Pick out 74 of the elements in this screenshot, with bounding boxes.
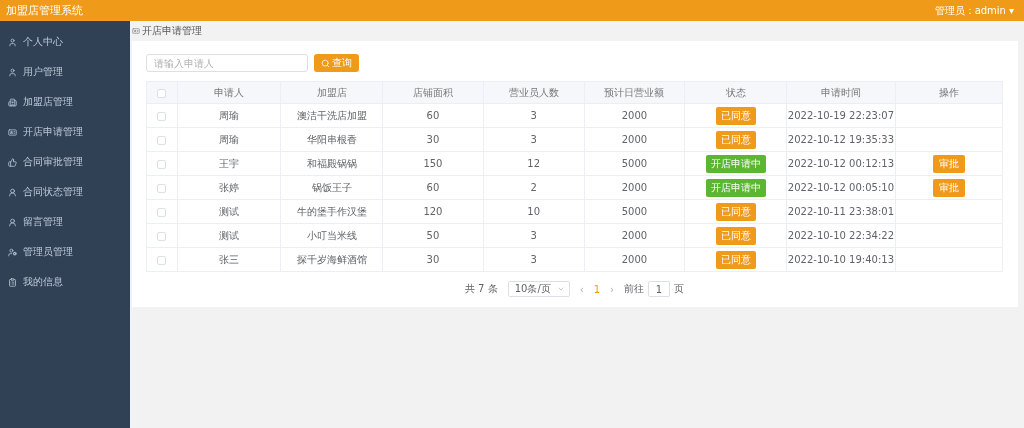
table-cell: 王宇 <box>177 151 281 176</box>
table-cell: 华阳串根香 <box>280 127 383 152</box>
table-cell: 2022-10-12 00:12:13 <box>786 151 896 176</box>
sidebar-item[interactable]: 个人中心 <box>0 27 130 57</box>
table-cell: 2000 <box>584 223 685 248</box>
table-cell: 2022-10-10 22:34:22 <box>786 223 896 248</box>
table-cell: 5000 <box>584 151 685 176</box>
app-title: 加盟店管理系统 <box>6 3 83 18</box>
table-cell: 澳洁干洗店加盟 <box>280 103 383 128</box>
column-header: 操作 <box>895 81 1003 104</box>
table-cell: 12 <box>483 151 585 176</box>
column-header: 申请时间 <box>786 81 896 104</box>
table-cell: 2022-10-11 23:38:01 <box>786 199 896 224</box>
table-cell: 3 <box>483 103 585 128</box>
status-tag: 已同意 <box>715 226 756 245</box>
table-cell: 探千岁海鲜酒馆 <box>280 247 383 272</box>
table-cell: 120 <box>382 199 484 224</box>
table-cell: 2022-10-12 00:05:10 <box>786 175 896 200</box>
table-cell: 2022-10-19 22:23:07 <box>786 103 896 128</box>
table-cell: 60 <box>382 103 484 128</box>
table-cell: 和福殿锅锅 <box>280 151 383 176</box>
table-cell: 2000 <box>584 175 685 200</box>
status-tag: 已同意 <box>715 130 756 149</box>
table-cell: 2000 <box>584 103 685 128</box>
goto-label: 前往 <box>624 282 645 296</box>
table-cell: 2022-10-10 19:40:13 <box>786 247 896 272</box>
status-tag: 开店申请中 <box>705 178 766 197</box>
status-tag: 已同意 <box>715 202 756 221</box>
table-cell: 锅饭王子 <box>280 175 383 200</box>
column-header: 申请人 <box>177 81 281 104</box>
table-cell: 30 <box>382 247 484 272</box>
column-header: 店铺面积 <box>382 81 484 104</box>
column-header: 状态 <box>684 81 787 104</box>
page-suffix: 页 <box>674 282 685 296</box>
status-tag: 已同意 <box>715 106 756 125</box>
table-cell: 周瑜 <box>177 127 281 152</box>
table-cell: 测试 <box>177 199 281 224</box>
table-cell: 5000 <box>584 199 685 224</box>
column-header: 加盟店 <box>280 81 383 104</box>
table-cell: 张婷 <box>177 175 281 200</box>
table-cell: 测试 <box>177 223 281 248</box>
table-cell: 张三 <box>177 247 281 272</box>
status-tag: 已同意 <box>715 250 756 269</box>
breadcrumb: 开店申请管理 <box>142 24 202 38</box>
table-cell: 60 <box>382 175 484 200</box>
table-cell: 小叮当米线 <box>280 223 383 248</box>
total-count: 共 7 条 <box>464 282 498 296</box>
table-cell: 30 <box>382 127 484 152</box>
sidebar-item[interactable]: 我的信息 <box>0 267 130 297</box>
table-cell: 2 <box>483 175 585 200</box>
sidebar-item[interactable]: 加盟店管理 <box>0 87 130 117</box>
table-cell: 10 <box>483 199 585 224</box>
search-field[interactable]: 请输入申请人 <box>146 54 308 72</box>
page-size-select[interactable]: 10条/页 <box>507 281 570 297</box>
table-cell: 150 <box>382 151 484 176</box>
page-input[interactable]: 1 <box>648 281 671 297</box>
status-tag: 开店申请中 <box>705 154 766 173</box>
column-header: 营业员人数 <box>483 81 585 104</box>
table-cell: 3 <box>483 127 585 152</box>
column-header: 预计日营业额 <box>584 81 685 104</box>
table-cell: 周瑜 <box>177 103 281 128</box>
sidebar-item[interactable]: 用户管理 <box>0 57 130 87</box>
table-cell: 2022-10-12 19:35:33 <box>786 127 896 152</box>
sidebar-item[interactable]: 开店申请管理 <box>0 117 130 147</box>
table-cell: 2000 <box>584 127 685 152</box>
sidebar-item[interactable]: 合同审批管理 <box>0 147 130 177</box>
sidebar-item[interactable]: 合同状态管理 <box>0 177 130 207</box>
table-cell: 牛的堡手作汉堡 <box>280 199 383 224</box>
table-cell: 2000 <box>584 247 685 272</box>
table-cell: 3 <box>483 247 585 272</box>
sidebar-item[interactable]: 管理员管理 <box>0 237 130 267</box>
sidebar-item[interactable]: 留言管理 <box>0 207 130 237</box>
table-cell: 50 <box>382 223 484 248</box>
table-cell: 3 <box>483 223 585 248</box>
